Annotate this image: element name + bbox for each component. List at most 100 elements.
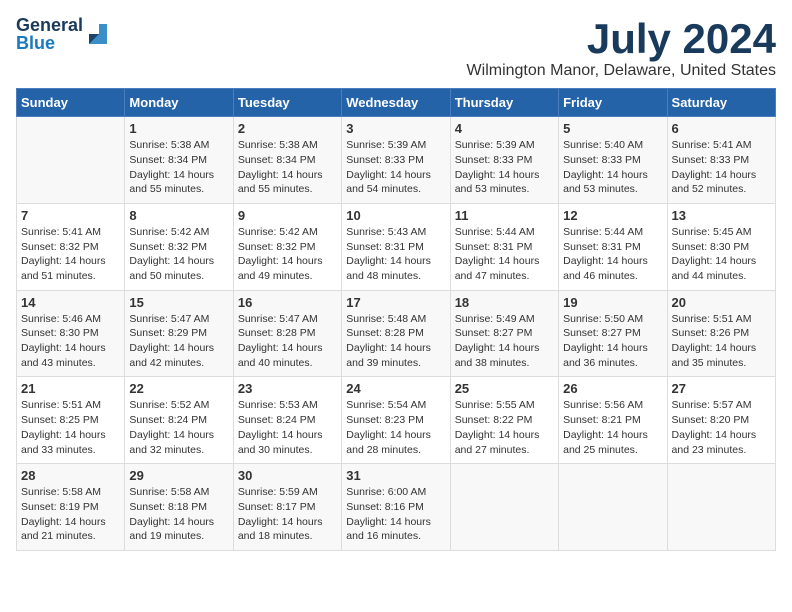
day-number: 2 [238,121,337,136]
day-number: 25 [455,381,554,396]
day-number: 3 [346,121,445,136]
day-number: 10 [346,208,445,223]
day-number: 30 [238,468,337,483]
cell-content: Sunrise: 5:39 AM Sunset: 8:33 PM Dayligh… [346,138,445,197]
calendar-header: SundayMondayTuesdayWednesdayThursdayFrid… [17,89,776,117]
day-number: 16 [238,295,337,310]
cell-content: Sunrise: 5:54 AM Sunset: 8:23 PM Dayligh… [346,398,445,457]
logo-blue-text: Blue [16,34,83,52]
day-number: 9 [238,208,337,223]
calendar-cell: 28 Sunrise: 5:58 AM Sunset: 8:19 PM Dayli… [17,464,125,551]
cell-content: Sunrise: 6:00 AM Sunset: 8:16 PM Dayligh… [346,485,445,544]
calendar-cell: 15 Sunrise: 5:47 AM Sunset: 8:29 PM Dayli… [125,290,233,377]
cell-content: Sunrise: 5:47 AM Sunset: 8:29 PM Dayligh… [129,312,228,371]
location-subtitle: Wilmington Manor, Delaware, United State… [467,62,776,80]
calendar-cell: 10Sunrise: 5:43 AM Sunset: 8:31 PM Dayli… [342,203,450,290]
day-number: 29 [129,468,228,483]
week-row-0: 1 Sunrise: 5:38 AM Sunset: 8:34 PM Daylig… [17,117,776,204]
calendar-cell: 9 Sunrise: 5:42 AM Sunset: 8:32 PM Daylig… [233,203,341,290]
calendar-cell: 17 Sunrise: 5:48 AM Sunset: 8:28 PM Dayli… [342,290,450,377]
calendar-cell: 5 Sunrise: 5:40 AM Sunset: 8:33 PM Daylig… [559,117,667,204]
calendar-cell: 12Sunrise: 5:44 AM Sunset: 8:31 PM Dayli… [559,203,667,290]
day-number: 26 [563,381,662,396]
calendar-cell: 19Sunrise: 5:50 AM Sunset: 8:27 PM Dayli… [559,290,667,377]
title-block: July 2024 Wilmington Manor, Delaware, Un… [467,16,776,80]
day-number: 21 [21,381,120,396]
calendar-cell: 13 Sunrise: 5:45 AM Sunset: 8:30 PM Dayli… [667,203,775,290]
header-cell-sunday: Sunday [17,89,125,117]
day-number: 18 [455,295,554,310]
cell-content: Sunrise: 5:51 AM Sunset: 8:26 PM Dayligh… [672,312,771,371]
header-cell-monday: Monday [125,89,233,117]
day-number: 20 [672,295,771,310]
cell-content: Sunrise: 5:42 AM Sunset: 8:32 PM Dayligh… [129,225,228,284]
calendar-cell: 4 Sunrise: 5:39 AM Sunset: 8:33 PM Daylig… [450,117,558,204]
calendar-cell: 1Sunrise: 5:38 AM Sunset: 8:34 PM Daylig… [125,117,233,204]
cell-content: Sunrise: 5:44 AM Sunset: 8:31 PM Dayligh… [455,225,554,284]
calendar-cell: 26 Sunrise: 5:56 AM Sunset: 8:21 PM Dayli… [559,377,667,464]
cell-content: Sunrise: 5:58 AM Sunset: 8:18 PM Dayligh… [129,485,228,544]
day-number: 1 [129,121,228,136]
day-number: 13 [672,208,771,223]
calendar-cell: 21 Sunrise: 5:51 AM Sunset: 8:25 PM Dayli… [17,377,125,464]
header-cell-saturday: Saturday [667,89,775,117]
calendar-cell: 7Sunrise: 5:41 AM Sunset: 8:32 PM Daylig… [17,203,125,290]
calendar-cell: 11 Sunrise: 5:44 AM Sunset: 8:31 PM Dayli… [450,203,558,290]
day-number: 31 [346,468,445,483]
calendar-cell: 25 Sunrise: 5:55 AM Sunset: 8:22 PM Dayli… [450,377,558,464]
calendar-cell: 30 Sunrise: 5:59 AM Sunset: 8:17 PM Dayli… [233,464,341,551]
cell-content: Sunrise: 5:48 AM Sunset: 8:28 PM Dayligh… [346,312,445,371]
calendar-cell: 6 Sunrise: 5:41 AM Sunset: 8:33 PM Daylig… [667,117,775,204]
day-number: 11 [455,208,554,223]
cell-content: Sunrise: 5:45 AM Sunset: 8:30 PM Dayligh… [672,225,771,284]
logo-general-text: General [16,16,83,34]
header-cell-thursday: Thursday [450,89,558,117]
day-number: 6 [672,121,771,136]
calendar-cell: 27Sunrise: 5:57 AM Sunset: 8:20 PM Dayli… [667,377,775,464]
cell-content: Sunrise: 5:58 AM Sunset: 8:19 PM Dayligh… [21,485,120,544]
day-number: 17 [346,295,445,310]
week-row-1: 7Sunrise: 5:41 AM Sunset: 8:32 PM Daylig… [17,203,776,290]
week-row-3: 21 Sunrise: 5:51 AM Sunset: 8:25 PM Dayli… [17,377,776,464]
calendar-cell: 18 Sunrise: 5:49 AM Sunset: 8:27 PM Dayli… [450,290,558,377]
calendar-cell: 2 Sunrise: 5:38 AM Sunset: 8:34 PM Daylig… [233,117,341,204]
day-number: 5 [563,121,662,136]
cell-content: Sunrise: 5:38 AM Sunset: 8:34 PM Dayligh… [238,138,337,197]
day-number: 23 [238,381,337,396]
day-number: 8 [129,208,228,223]
cell-content: Sunrise: 5:50 AM Sunset: 8:27 PM Dayligh… [563,312,662,371]
cell-content: Sunrise: 5:59 AM Sunset: 8:17 PM Dayligh… [238,485,337,544]
calendar-cell: 22Sunrise: 5:52 AM Sunset: 8:24 PM Dayli… [125,377,233,464]
day-number: 15 [129,295,228,310]
header-row: SundayMondayTuesdayWednesdayThursdayFrid… [17,89,776,117]
cell-content: Sunrise: 5:52 AM Sunset: 8:24 PM Dayligh… [129,398,228,457]
cell-content: Sunrise: 5:41 AM Sunset: 8:32 PM Dayligh… [21,225,120,284]
header-cell-wednesday: Wednesday [342,89,450,117]
day-number: 28 [21,468,120,483]
calendar-cell: 14 Sunrise: 5:46 AM Sunset: 8:30 PM Dayli… [17,290,125,377]
calendar-cell: 8 Sunrise: 5:42 AM Sunset: 8:32 PM Daylig… [125,203,233,290]
calendar-cell: 3 Sunrise: 5:39 AM Sunset: 8:33 PM Daylig… [342,117,450,204]
calendar-cell: 16 Sunrise: 5:47 AM Sunset: 8:28 PM Dayli… [233,290,341,377]
header-cell-tuesday: Tuesday [233,89,341,117]
calendar-cell: 20 Sunrise: 5:51 AM Sunset: 8:26 PM Dayli… [667,290,775,377]
cell-content: Sunrise: 5:46 AM Sunset: 8:30 PM Dayligh… [21,312,120,371]
cell-content: Sunrise: 5:47 AM Sunset: 8:28 PM Dayligh… [238,312,337,371]
cell-content: Sunrise: 5:56 AM Sunset: 8:21 PM Dayligh… [563,398,662,457]
day-number: 27 [672,381,771,396]
cell-content: Sunrise: 5:39 AM Sunset: 8:33 PM Dayligh… [455,138,554,197]
week-row-4: 28 Sunrise: 5:58 AM Sunset: 8:19 PM Dayli… [17,464,776,551]
cell-content: Sunrise: 5:49 AM Sunset: 8:27 PM Dayligh… [455,312,554,371]
calendar-body: 1 Sunrise: 5:38 AM Sunset: 8:34 PM Daylig… [17,117,776,551]
day-number: 14 [21,295,120,310]
day-number: 12 [563,208,662,223]
day-number: 4 [455,121,554,136]
cell-content: Sunrise: 5:41 AM Sunset: 8:33 PM Dayligh… [672,138,771,197]
cell-content: Sunrise: 5:51 AM Sunset: 8:25 PM Dayligh… [21,398,120,457]
calendar-cell: 29 Sunrise: 5:58 AM Sunset: 8:18 PM Dayli… [125,464,233,551]
cell-content: Sunrise: 5:40 AM Sunset: 8:33 PM Dayligh… [563,138,662,197]
calendar-cell [17,117,125,204]
cell-content: Sunrise: 5:42 AM Sunset: 8:32 PM Dayligh… [238,225,337,284]
cell-content: Sunrise: 5:55 AM Sunset: 8:22 PM Dayligh… [455,398,554,457]
calendar-cell: 23Sunrise: 5:53 AM Sunset: 8:24 PM Dayli… [233,377,341,464]
